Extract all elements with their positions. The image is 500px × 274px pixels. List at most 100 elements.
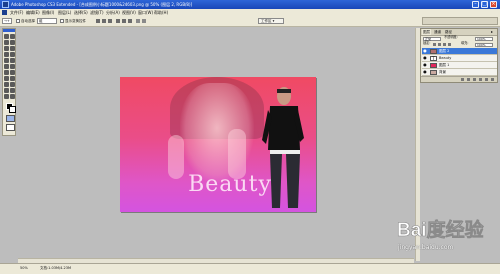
- notes-tool-icon[interactable]: [4, 88, 9, 93]
- title-bar: Adobe Photoshop CS3 Extended - [合成图例小标题1…: [0, 0, 500, 9]
- blur-tool-icon[interactable]: [4, 70, 9, 75]
- distribute-icon[interactable]: [136, 19, 140, 23]
- lasso-tool-icon[interactable]: [4, 40, 9, 45]
- photoshop-app-icon: [2, 1, 9, 8]
- auto-select-label: 自动选择: [21, 19, 35, 23]
- hand-tool-icon[interactable]: [4, 94, 9, 99]
- align-buttons-group: [96, 18, 156, 24]
- menu-select[interactable]: 选择(S): [74, 9, 88, 16]
- new-group-icon[interactable]: [479, 78, 482, 81]
- maximize-button[interactable]: □: [481, 1, 488, 8]
- auto-select-checkbox[interactable]: [16, 19, 20, 23]
- marquee-tool-icon[interactable]: [10, 34, 15, 39]
- opacity-label: 不透明度:: [444, 35, 458, 39]
- shape-tool-icon[interactable]: [10, 82, 15, 87]
- layer-thumbnail: [430, 63, 437, 68]
- document-canvas[interactable]: Beauty: [120, 77, 316, 212]
- history-brush-icon[interactable]: [10, 58, 15, 63]
- tab-layers[interactable]: 图层: [422, 29, 431, 35]
- document-info[interactable]: 文档:1.03M/4.23M: [40, 265, 71, 272]
- align-vcenter-icon[interactable]: [102, 19, 106, 23]
- layer-name: 背景: [439, 70, 446, 74]
- auto-select-dropdown[interactable]: 组: [37, 18, 57, 24]
- menu-view[interactable]: 视图(V): [122, 9, 136, 16]
- eye-icon[interactable]: ●: [423, 70, 427, 74]
- beauty-text-layer: Beauty: [188, 172, 272, 197]
- show-transform-checkbox[interactable]: [60, 19, 64, 23]
- fill-field[interactable]: 100%: [475, 43, 493, 47]
- screen-mode-icon[interactable]: [6, 124, 15, 131]
- crop-tool-icon[interactable]: [4, 46, 9, 51]
- align-top-icon[interactable]: [96, 19, 100, 23]
- healing-brush-icon[interactable]: [4, 52, 9, 57]
- fill-label: 填充:: [461, 41, 469, 45]
- align-bottom-icon[interactable]: [108, 19, 112, 23]
- layer-row[interactable]: ● 图层 2: [422, 48, 497, 55]
- quick-mask-icon[interactable]: [6, 115, 15, 122]
- clone-stamp-icon[interactable]: [4, 58, 9, 63]
- lock-pixels-icon[interactable]: [438, 43, 441, 46]
- status-bar: 50% 文档:1.03M/4.23M: [0, 263, 500, 274]
- align-right-icon[interactable]: [128, 19, 132, 23]
- zoom-level[interactable]: 50%: [20, 265, 28, 272]
- opacity-field[interactable]: 100%: [475, 37, 493, 41]
- palette-well[interactable]: [422, 17, 498, 25]
- minimize-button[interactable]: –: [472, 1, 479, 8]
- menu-file[interactable]: 文件(F): [10, 9, 23, 16]
- distribute-icon[interactable]: [142, 19, 146, 23]
- layers-panel-tabbar: 图层 通道 路径 ▸: [421, 29, 497, 36]
- layers-panel: 图层 通道 路径 ▸ 正常 不透明度: 100% 锁定: 填充: 100% ● …: [420, 28, 498, 83]
- menu-edit[interactable]: 编辑(E): [26, 9, 40, 16]
- eye-icon[interactable]: ●: [423, 49, 427, 53]
- menu-analysis[interactable]: 分析(A): [106, 9, 120, 16]
- layer-style-icon[interactable]: [467, 78, 470, 81]
- background-color-swatch[interactable]: [9, 106, 16, 113]
- lock-transparency-icon[interactable]: [433, 43, 436, 46]
- eye-icon[interactable]: ●: [423, 63, 427, 67]
- menu-layer[interactable]: 图层(L): [58, 9, 71, 16]
- brush-tool-icon[interactable]: [10, 52, 15, 57]
- magic-wand-tool-icon[interactable]: [10, 40, 15, 45]
- pen-tool-icon[interactable]: [4, 76, 9, 81]
- menu-image[interactable]: 图像(I): [42, 9, 54, 16]
- menu-help[interactable]: 帮助(H): [154, 9, 168, 16]
- menu-filter[interactable]: 滤镜(T): [90, 9, 104, 16]
- new-layer-icon[interactable]: [485, 78, 488, 81]
- layer-thumbnail: [430, 49, 437, 54]
- watermark-logo-text: Bai度经验: [397, 218, 485, 241]
- lock-position-icon[interactable]: [443, 43, 446, 46]
- eyedropper-tool-icon[interactable]: [10, 88, 15, 93]
- watermark-url: jingyan.baidu.com: [398, 244, 454, 251]
- gradient-tool-icon[interactable]: [10, 64, 15, 69]
- close-button[interactable]: ×: [490, 1, 497, 8]
- slice-tool-icon[interactable]: [10, 46, 15, 51]
- layer-row[interactable]: ● 图层 1: [422, 62, 497, 69]
- tool-preset-picker[interactable]: →+: [2, 18, 12, 24]
- lock-all-icon[interactable]: [448, 43, 451, 46]
- toolbox-header[interactable]: [3, 29, 15, 32]
- dodge-tool-icon[interactable]: [10, 70, 15, 75]
- layer-thumbnail: [430, 70, 437, 75]
- baidu-jingyan-watermark-logo: Bai度经验: [397, 218, 485, 242]
- text-layer-thumbnail: T: [430, 56, 437, 61]
- eye-icon[interactable]: ●: [423, 56, 427, 60]
- panel-menu-icon[interactable]: ▸: [491, 29, 493, 35]
- type-tool-icon[interactable]: [10, 76, 15, 81]
- layer-row[interactable]: ● T Beauty: [422, 55, 497, 62]
- link-layers-icon[interactable]: [461, 78, 464, 81]
- align-hcenter-icon[interactable]: [122, 19, 126, 23]
- delete-layer-icon[interactable]: [491, 78, 494, 81]
- zoom-tool-icon[interactable]: [10, 94, 15, 99]
- path-select-icon[interactable]: [4, 82, 9, 87]
- menu-window[interactable]: 窗口(W): [138, 9, 153, 16]
- align-left-icon[interactable]: [116, 19, 120, 23]
- add-mask-icon[interactable]: [473, 78, 476, 81]
- ps-menu-icon[interactable]: [2, 10, 7, 15]
- move-tool-icon[interactable]: [4, 34, 9, 39]
- lock-label: 锁定:: [423, 41, 431, 45]
- tab-channels[interactable]: 通道: [433, 29, 442, 35]
- workspace-dropdown[interactable]: 工作区 ▾: [258, 18, 284, 24]
- layers-panel-footer: [421, 76, 497, 82]
- layer-row[interactable]: ● 背景: [422, 69, 497, 76]
- eraser-tool-icon[interactable]: [4, 64, 9, 69]
